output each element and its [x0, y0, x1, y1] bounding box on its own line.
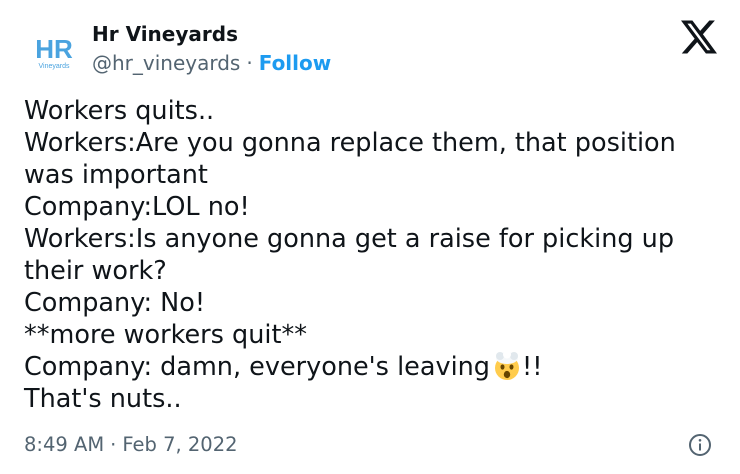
avatar-logo-text: HR: [35, 34, 73, 64]
handle-separator: ·: [246, 51, 253, 75]
tweet-text: Workers quits.. Workers:Are you gonna re…: [24, 95, 724, 415]
tweet-line: Workers:Is anyone gonna get a raise for …: [24, 224, 675, 254]
hr-vineyards-logo: HR Vineyards: [35, 34, 73, 70]
tweet-line: Company: damn, everyone's leaving: [24, 352, 490, 382]
tweet-time: 8:49 AM: [24, 433, 105, 456]
x-logo-icon[interactable]: [681, 20, 717, 54]
avatar[interactable]: HR Vineyards: [24, 24, 84, 84]
tweet-line-suffix: !!: [522, 352, 543, 382]
tweet-timestamp[interactable]: 8:49 AM · Feb 7, 2022: [24, 433, 238, 456]
tweet-line-with-emoji: Company: damn, everyone's leaving !!: [24, 350, 724, 383]
tweet-card: HR Vineyards Hr Vineyards @hr_vineyards ·…: [0, 0, 740, 474]
tweet-line: was important: [24, 160, 208, 190]
tweet-line: That's nuts..: [24, 384, 182, 414]
handle-row: @hr_vineyards · Follow: [92, 51, 331, 75]
timestamp-separator: ·: [110, 433, 117, 456]
avatar-logo-subtext: Vineyards: [38, 63, 70, 70]
info-icon[interactable]: [688, 433, 712, 457]
tweet-line: Company:LOL no!: [24, 192, 250, 222]
tweet-line: **more workers quit**: [24, 320, 307, 350]
tweet-line: their work?: [24, 256, 167, 286]
tweet-date: Feb 7, 2022: [122, 433, 238, 456]
tweet-line: Company: No!: [24, 288, 206, 318]
follow-button[interactable]: Follow: [259, 51, 332, 75]
tweet-line: Workers quits..: [24, 96, 215, 126]
tweet-line: Workers:Are you gonna replace them, that…: [24, 128, 676, 158]
exploding-head-emoji-icon: [492, 350, 522, 381]
display-name[interactable]: Hr Vineyards: [92, 22, 238, 46]
user-handle[interactable]: @hr_vineyards: [92, 51, 240, 75]
